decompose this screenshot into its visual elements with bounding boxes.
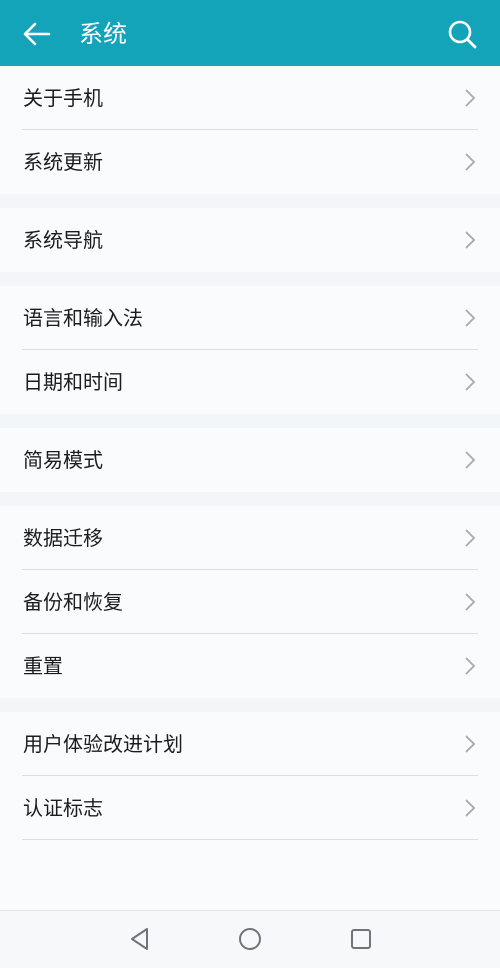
- chevron-right-icon: [465, 373, 476, 391]
- settings-group: 系统导航: [0, 208, 500, 272]
- settings-group: 简易模式: [0, 428, 500, 492]
- list-item-label: 系统导航: [23, 228, 103, 252]
- list-item[interactable]: 系统更新: [0, 130, 500, 194]
- list-item-label: 关于手机: [23, 86, 103, 110]
- system-nav-bar: [0, 910, 500, 968]
- settings-group: 关于手机 系统更新: [0, 66, 500, 194]
- chevron-right-icon: [465, 451, 476, 469]
- square-recent-icon[interactable]: [347, 925, 375, 953]
- list-item-label: 用户体验改进计划: [23, 732, 183, 756]
- circle-home-icon[interactable]: [236, 925, 264, 953]
- list-item[interactable]: 认证标志: [0, 776, 500, 840]
- app-bar: 系统: [0, 0, 500, 66]
- list-item[interactable]: 备份和恢复: [0, 570, 500, 634]
- list-item[interactable]: 语言和输入法: [0, 286, 500, 350]
- search-icon[interactable]: [446, 18, 478, 50]
- list-item-label: 简易模式: [23, 448, 103, 472]
- chevron-right-icon: [465, 529, 476, 547]
- list-item[interactable]: 数据迁移: [0, 506, 500, 570]
- settings-group: 数据迁移 备份和恢复 重置: [0, 506, 500, 698]
- list-item-label: 数据迁移: [23, 526, 103, 550]
- chevron-right-icon: [465, 735, 476, 753]
- triangle-back-icon[interactable]: [126, 925, 154, 953]
- list-item-label: 备份和恢复: [23, 590, 123, 614]
- back-arrow-icon[interactable]: [22, 19, 52, 49]
- list-item[interactable]: 关于手机: [0, 66, 500, 130]
- settings-group: 语言和输入法 日期和时间: [0, 286, 500, 414]
- settings-group: 用户体验改进计划 认证标志: [0, 712, 500, 914]
- chevron-right-icon: [465, 309, 476, 327]
- chevron-right-icon: [465, 593, 476, 611]
- page-title: 系统: [79, 20, 127, 48]
- list-item-label: 系统更新: [23, 150, 103, 174]
- list-item-label: 认证标志: [23, 796, 103, 820]
- chevron-right-icon: [465, 89, 476, 107]
- divider: [22, 839, 478, 840]
- list-item[interactable]: 日期和时间: [0, 350, 500, 414]
- chevron-right-icon: [465, 153, 476, 171]
- list-item[interactable]: 系统导航: [0, 208, 500, 272]
- chevron-right-icon: [465, 657, 476, 675]
- list-item[interactable]: 重置: [0, 634, 500, 698]
- list-item-label: 日期和时间: [23, 370, 123, 394]
- list-item[interactable]: 用户体验改进计划: [0, 712, 500, 776]
- list-item[interactable]: 简易模式: [0, 428, 500, 492]
- chevron-right-icon: [465, 231, 476, 249]
- settings-list: 关于手机 系统更新 系统导航 语言和输入法 日期和时间 简易模式 数据迁移 备份…: [0, 66, 500, 914]
- chevron-right-icon: [465, 799, 476, 817]
- list-item-label: 重置: [23, 654, 63, 678]
- list-item-label: 语言和输入法: [23, 306, 143, 330]
